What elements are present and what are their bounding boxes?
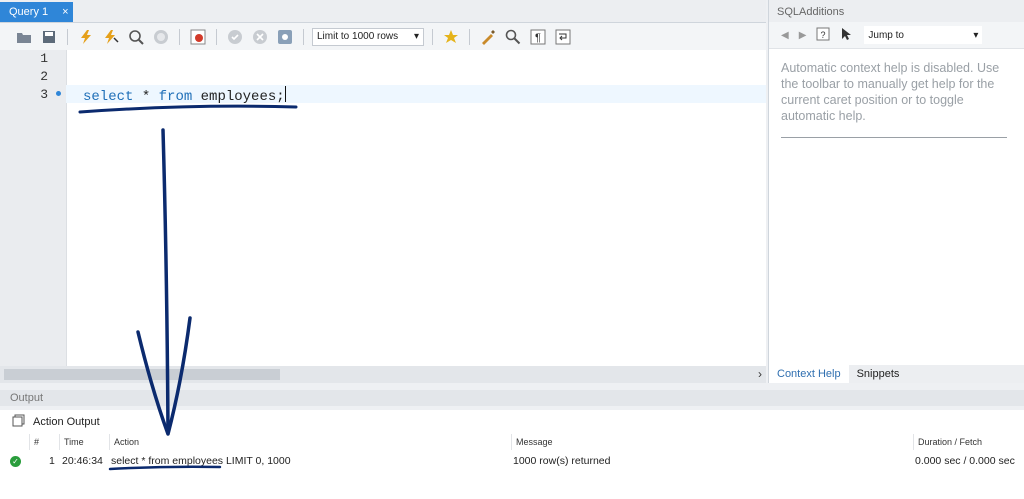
scroll-right-icon[interactable]: › xyxy=(758,366,762,383)
success-check-icon: ✓ xyxy=(10,456,21,467)
jump-to-select[interactable]: Jump to ▾ xyxy=(864,26,983,44)
jump-to-value: Jump to xyxy=(868,29,904,41)
sql-additions-tabs: Context Help Snippets xyxy=(769,365,1024,383)
keyword-select: select xyxy=(83,89,134,105)
query-editor-pane: Query 1 × Limit to 1000 rows ▾ ¶ 1 2 3 s… xyxy=(0,0,766,383)
execute-icon[interactable] xyxy=(76,27,96,47)
limit-rows-value: Limit to 1000 rows xyxy=(317,31,399,42)
output-panel-header: Output xyxy=(0,390,1024,406)
column-duration: Duration / Fetch xyxy=(918,437,983,447)
toggle-errors-icon[interactable] xyxy=(188,27,208,47)
stop-icon[interactable] xyxy=(151,27,171,47)
row-message: 1000 row(s) returned xyxy=(513,455,611,467)
svg-text:¶: ¶ xyxy=(535,32,541,44)
star-operator: * xyxy=(133,89,159,105)
line-number: 1 xyxy=(40,51,48,66)
table-name: employees; xyxy=(192,89,285,105)
column-message: Message xyxy=(512,434,914,450)
toolbar-separator xyxy=(216,28,217,45)
context-help-message: Automatic context help is disabled. Use … xyxy=(781,61,1000,123)
column-number: # xyxy=(30,434,60,450)
toolbar-separator xyxy=(469,28,470,45)
find-icon[interactable] xyxy=(503,27,523,47)
limit-rows-select[interactable]: Limit to 1000 rows ▾ xyxy=(312,27,424,46)
forward-arrow-icon[interactable]: ▶ xyxy=(799,30,807,41)
sql-additions-toolbar: ◀ ▶ ? Jump to ▾ xyxy=(769,22,1024,49)
chevron-down-icon: ▾ xyxy=(413,31,419,42)
row-number: 1 xyxy=(49,455,55,467)
toolbar-separator xyxy=(432,28,433,45)
line-number: 3 xyxy=(40,87,48,102)
autocommit-icon[interactable] xyxy=(275,27,295,47)
column-status xyxy=(0,434,30,450)
beautify-icon[interactable] xyxy=(478,27,498,47)
manual-help-icon[interactable] xyxy=(840,27,852,44)
tab-strip: Query 1 × xyxy=(0,0,766,23)
column-time: Time xyxy=(60,434,110,450)
toggle-auto-help-icon[interactable]: ? xyxy=(816,27,830,44)
statement-marker-icon xyxy=(56,91,61,96)
back-arrow-icon[interactable]: ◀ xyxy=(781,30,789,41)
explain-icon[interactable] xyxy=(126,27,146,47)
output-selector[interactable]: Action Output xyxy=(0,410,1024,434)
row-time: 20:46:34 xyxy=(62,455,103,467)
chevron-down-icon: ▾ xyxy=(973,29,979,41)
sql-additions-title: SQLAdditions xyxy=(769,0,1024,22)
column-action: Action xyxy=(110,434,512,450)
row-action: select * from employees LIMIT 0, 1000 xyxy=(111,455,291,467)
save-icon[interactable] xyxy=(39,27,59,47)
tab-context-help[interactable]: Context Help xyxy=(769,365,849,383)
scrollbar-thumb[interactable] xyxy=(4,369,280,380)
row-duration: 0.000 sec / 0.000 sec xyxy=(915,455,1015,467)
horizontal-scrollbar[interactable]: › xyxy=(0,366,766,383)
sql-editor[interactable]: 1 2 3 select * from employees; xyxy=(0,50,766,366)
tab-label: Query 1 xyxy=(9,6,49,18)
execute-current-icon[interactable] xyxy=(101,27,121,47)
sql-statement[interactable]: select * from employees; xyxy=(83,86,286,105)
rollback-icon[interactable] xyxy=(250,27,270,47)
toolbar-separator xyxy=(67,28,68,45)
editor-toolbar: Limit to 1000 rows ▾ ¶ xyxy=(0,23,766,51)
line-number: 2 xyxy=(40,69,48,84)
tab-snippets[interactable]: Snippets xyxy=(849,365,908,383)
invisible-chars-icon[interactable]: ¶ xyxy=(528,27,548,47)
add-snippet-icon[interactable] xyxy=(441,27,461,47)
keyword-from: from xyxy=(158,89,193,105)
toolbar-separator xyxy=(179,28,180,45)
copy-output-icon[interactable] xyxy=(12,414,25,430)
tab-close-icon[interactable]: × xyxy=(62,6,68,18)
commit-icon[interactable] xyxy=(225,27,245,47)
tab-query-1[interactable]: Query 1 × xyxy=(0,2,73,22)
sql-additions-panel: SQLAdditions ◀ ▶ ? Jump to ▾ Automatic c… xyxy=(768,0,1024,383)
open-folder-icon[interactable] xyxy=(14,27,34,47)
svg-text:?: ? xyxy=(821,30,826,40)
output-type-label: Action Output xyxy=(33,416,100,428)
divider xyxy=(781,137,1007,138)
text-caret xyxy=(284,86,286,102)
line-number-gutter: 1 2 3 xyxy=(0,50,67,366)
action-output-table: # Time Action Message Duration / Fetch ✓… xyxy=(0,434,1024,499)
wrap-lines-icon[interactable] xyxy=(553,27,573,47)
toolbar-separator xyxy=(303,28,304,45)
